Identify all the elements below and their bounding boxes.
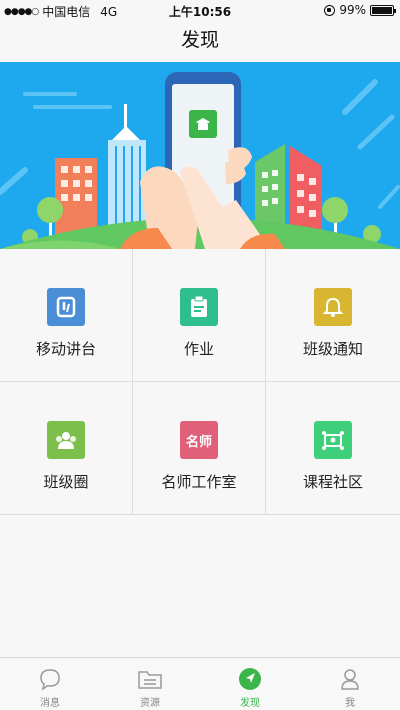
tab-resources[interactable]: 资源: [100, 658, 200, 710]
discover-icon: [236, 665, 264, 693]
battery-percent: 99%: [339, 3, 366, 17]
page-title: 发现: [180, 29, 219, 51]
tab-label: 发现: [240, 698, 260, 709]
feature-label: 班级通知: [302, 340, 363, 358]
folder-icon: [136, 665, 164, 693]
homework-icon: [180, 288, 218, 326]
feature-label: 移动讲台: [35, 340, 96, 358]
tab-discover[interactable]: 发现: [200, 658, 300, 710]
tab-label: 资源: [140, 698, 160, 709]
famous-teacher-icon-text: 名师: [185, 434, 212, 450]
feature-label: 名师工作室: [161, 473, 237, 491]
profile-icon: [336, 665, 364, 693]
status-right: 99%: [324, 3, 396, 17]
status-bar: ●●●●○ 中国电信 4G 上午10:56 99%: [0, 0, 400, 20]
nav-bar: 发现: [0, 20, 400, 62]
banner-illustration: [0, 62, 400, 249]
course-community-icon: [314, 421, 352, 459]
feature-class-circle[interactable]: 班级圈: [0, 382, 133, 515]
feature-label: 班级圈: [43, 473, 89, 491]
bell-icon: [314, 288, 352, 326]
tab-messages[interactable]: 消息: [0, 658, 100, 710]
tab-label: 我: [345, 698, 355, 709]
feature-grid: 移动讲台 作业 班级通知 班级圈 名师 名师工作室 课程社区: [0, 249, 400, 515]
feature-course-community[interactable]: 课程社区: [266, 382, 400, 515]
tab-label: 消息: [40, 698, 60, 709]
tab-bar: 消息 资源 发现 我: [0, 657, 400, 710]
feature-homework[interactable]: 作业: [133, 249, 266, 382]
battery-icon: [370, 4, 396, 16]
class-circle-icon: [47, 421, 85, 459]
mobile-lectern-icon: [47, 288, 85, 326]
famous-teacher-icon: 名师: [180, 421, 218, 459]
message-icon: [36, 665, 64, 693]
feature-label: 作业: [183, 340, 214, 358]
feature-class-notice[interactable]: 班级通知: [266, 249, 400, 382]
orientation-lock-icon: [324, 4, 336, 16]
feature-mobile-lectern[interactable]: 移动讲台: [0, 249, 133, 382]
discover-banner[interactable]: [0, 62, 400, 249]
feature-label: 课程社区: [302, 473, 363, 491]
tab-me[interactable]: 我: [300, 658, 400, 710]
battery-fill: [372, 6, 392, 14]
feature-famous-teacher-studio[interactable]: 名师 名师工作室: [133, 382, 266, 515]
